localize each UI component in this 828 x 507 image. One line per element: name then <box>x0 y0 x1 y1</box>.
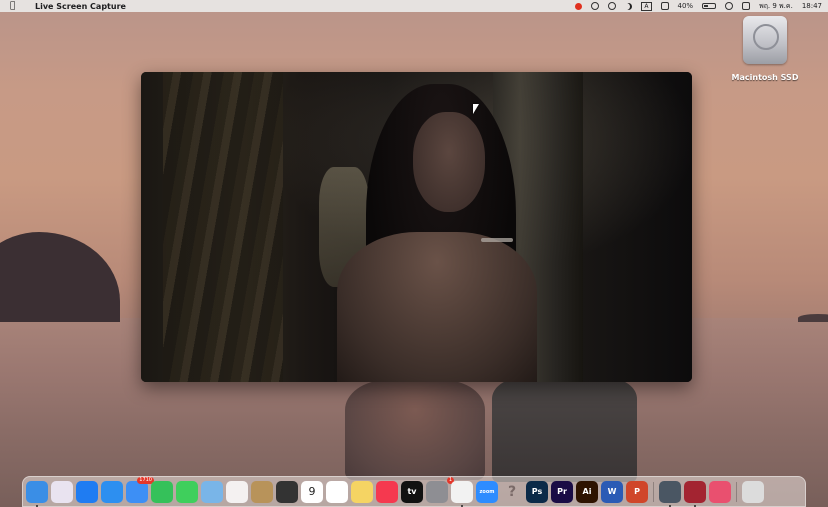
word-label: W <box>607 487 617 496</box>
help-icon[interactable]: ? <box>501 481 523 503</box>
menu-clock[interactable]: 18:47 <box>802 2 822 10</box>
premiere-label: Pr <box>557 487 567 496</box>
chrome-icon[interactable] <box>451 480 473 507</box>
mail-icon[interactable]: 1710 <box>126 476 154 503</box>
wallpaper-island <box>0 232 120 322</box>
running-indicator <box>461 504 463 507</box>
calendar-label: 9 <box>308 485 316 498</box>
dock-separator <box>653 481 654 502</box>
notes-icon[interactable] <box>351 480 373 503</box>
camera-bracelet <box>481 238 513 242</box>
maps-icon[interactable] <box>201 480 223 503</box>
powerpoint-label: P <box>634 487 640 496</box>
battery-percent: 40% <box>677 2 694 10</box>
apple-tv-label: tv <box>407 487 417 496</box>
camera-person-body <box>337 232 537 382</box>
mouse-cursor-icon <box>473 104 479 114</box>
menu-date[interactable]: พฤ. 9 พ.ค. <box>759 1 793 12</box>
premiere-icon[interactable]: Pr <box>551 480 573 503</box>
wallpaper-figure-right <box>492 378 637 482</box>
focus-moon-icon[interactable] <box>625 3 632 10</box>
app-store-icon[interactable] <box>76 480 98 503</box>
illustrator-label: Ai <box>582 487 592 496</box>
desktop-drive[interactable]: Macintosh SSD <box>730 16 800 82</box>
display-mirroring-icon[interactable] <box>660 2 669 10</box>
screen-capture-status-icon[interactable] <box>608 2 617 10</box>
help-label: ? <box>507 483 517 500</box>
apple-menu-icon[interactable]:  <box>10 1 19 11</box>
control-center-icon[interactable] <box>742 2 751 10</box>
notes-app-icon[interactable] <box>251 480 273 503</box>
wallpaper-figure-left <box>345 380 485 480</box>
apple-tv-icon[interactable]: tv <box>401 480 423 503</box>
messages-icon[interactable] <box>176 480 198 503</box>
menu-extras: A 40% พฤ. 9 พ.ค. 18:47 <box>575 0 822 12</box>
wallpaper-island-far <box>798 314 828 322</box>
running-indicator <box>694 504 696 507</box>
camera-clothes-rack <box>163 72 283 382</box>
camera-person-face <box>413 112 485 212</box>
illustrator-icon[interactable]: Ai <box>576 480 598 503</box>
photos-icon[interactable] <box>226 480 248 503</box>
screen-capture-icon[interactable] <box>659 480 681 507</box>
launchpad-icon[interactable] <box>51 480 73 503</box>
creative-cloud-icon[interactable] <box>709 480 731 503</box>
calendar-icon[interactable]: 9 <box>301 480 323 503</box>
word-icon[interactable]: W <box>601 480 623 503</box>
photo-booth-icon[interactable] <box>684 480 706 507</box>
calculator-icon[interactable] <box>276 480 298 503</box>
podcast-icon[interactable] <box>591 2 600 10</box>
running-indicator <box>669 504 671 507</box>
finder-icon[interactable] <box>26 480 48 507</box>
zoom-icon[interactable]: zoom <box>476 480 498 503</box>
music-icon[interactable] <box>376 480 398 503</box>
trash-icon[interactable] <box>742 480 764 503</box>
reminders-icon[interactable] <box>326 480 348 503</box>
dock: 1710 9 tv 1 zoom? Ps Pr Ai W P <box>22 476 806 507</box>
menu-bar:  Live Screen Capture A 40% พฤ. 9 พ.ค. 1… <box>0 0 828 12</box>
recording-indicator-icon[interactable] <box>575 2 583 10</box>
system-settings-icon[interactable]: 1 <box>426 476 454 503</box>
running-indicator <box>36 504 38 507</box>
app-name-menu[interactable]: Live Screen Capture <box>35 2 126 11</box>
photoshop-label: Ps <box>531 487 543 496</box>
safari-icon[interactable] <box>101 480 123 503</box>
dock-separator <box>736 481 737 502</box>
zoom-label: zoom <box>479 488 495 495</box>
powerpoint-icon[interactable]: P <box>626 480 648 503</box>
search-icon[interactable] <box>725 2 734 10</box>
hard-drive-icon[interactable] <box>743 16 787 64</box>
photoshop-icon[interactable]: Ps <box>526 480 548 503</box>
input-source-menu[interactable]: A <box>641 1 652 11</box>
drive-label: Macintosh SSD <box>731 73 799 82</box>
battery-icon[interactable] <box>702 3 717 9</box>
camera-preview-window[interactable] <box>141 72 692 382</box>
facetime-icon[interactable] <box>151 480 173 503</box>
